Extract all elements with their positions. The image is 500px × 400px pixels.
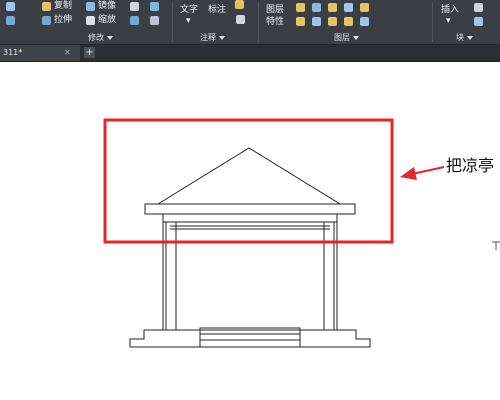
callout-arrow-line bbox=[411, 166, 445, 175]
pavilion-base bbox=[129, 329, 371, 348]
callout-text: 把凉亭 bbox=[446, 156, 495, 175]
front-steps bbox=[199, 327, 301, 348]
right-column bbox=[323, 221, 335, 331]
pavilion-beam bbox=[162, 213, 338, 223]
pavilion-roof bbox=[156, 147, 342, 205]
highlight-box bbox=[103, 118, 394, 244]
left-column bbox=[165, 221, 177, 331]
roof-eave-board bbox=[144, 203, 356, 215]
callout-arrow-head bbox=[400, 167, 417, 180]
pavilion-drawing bbox=[103, 118, 500, 348]
